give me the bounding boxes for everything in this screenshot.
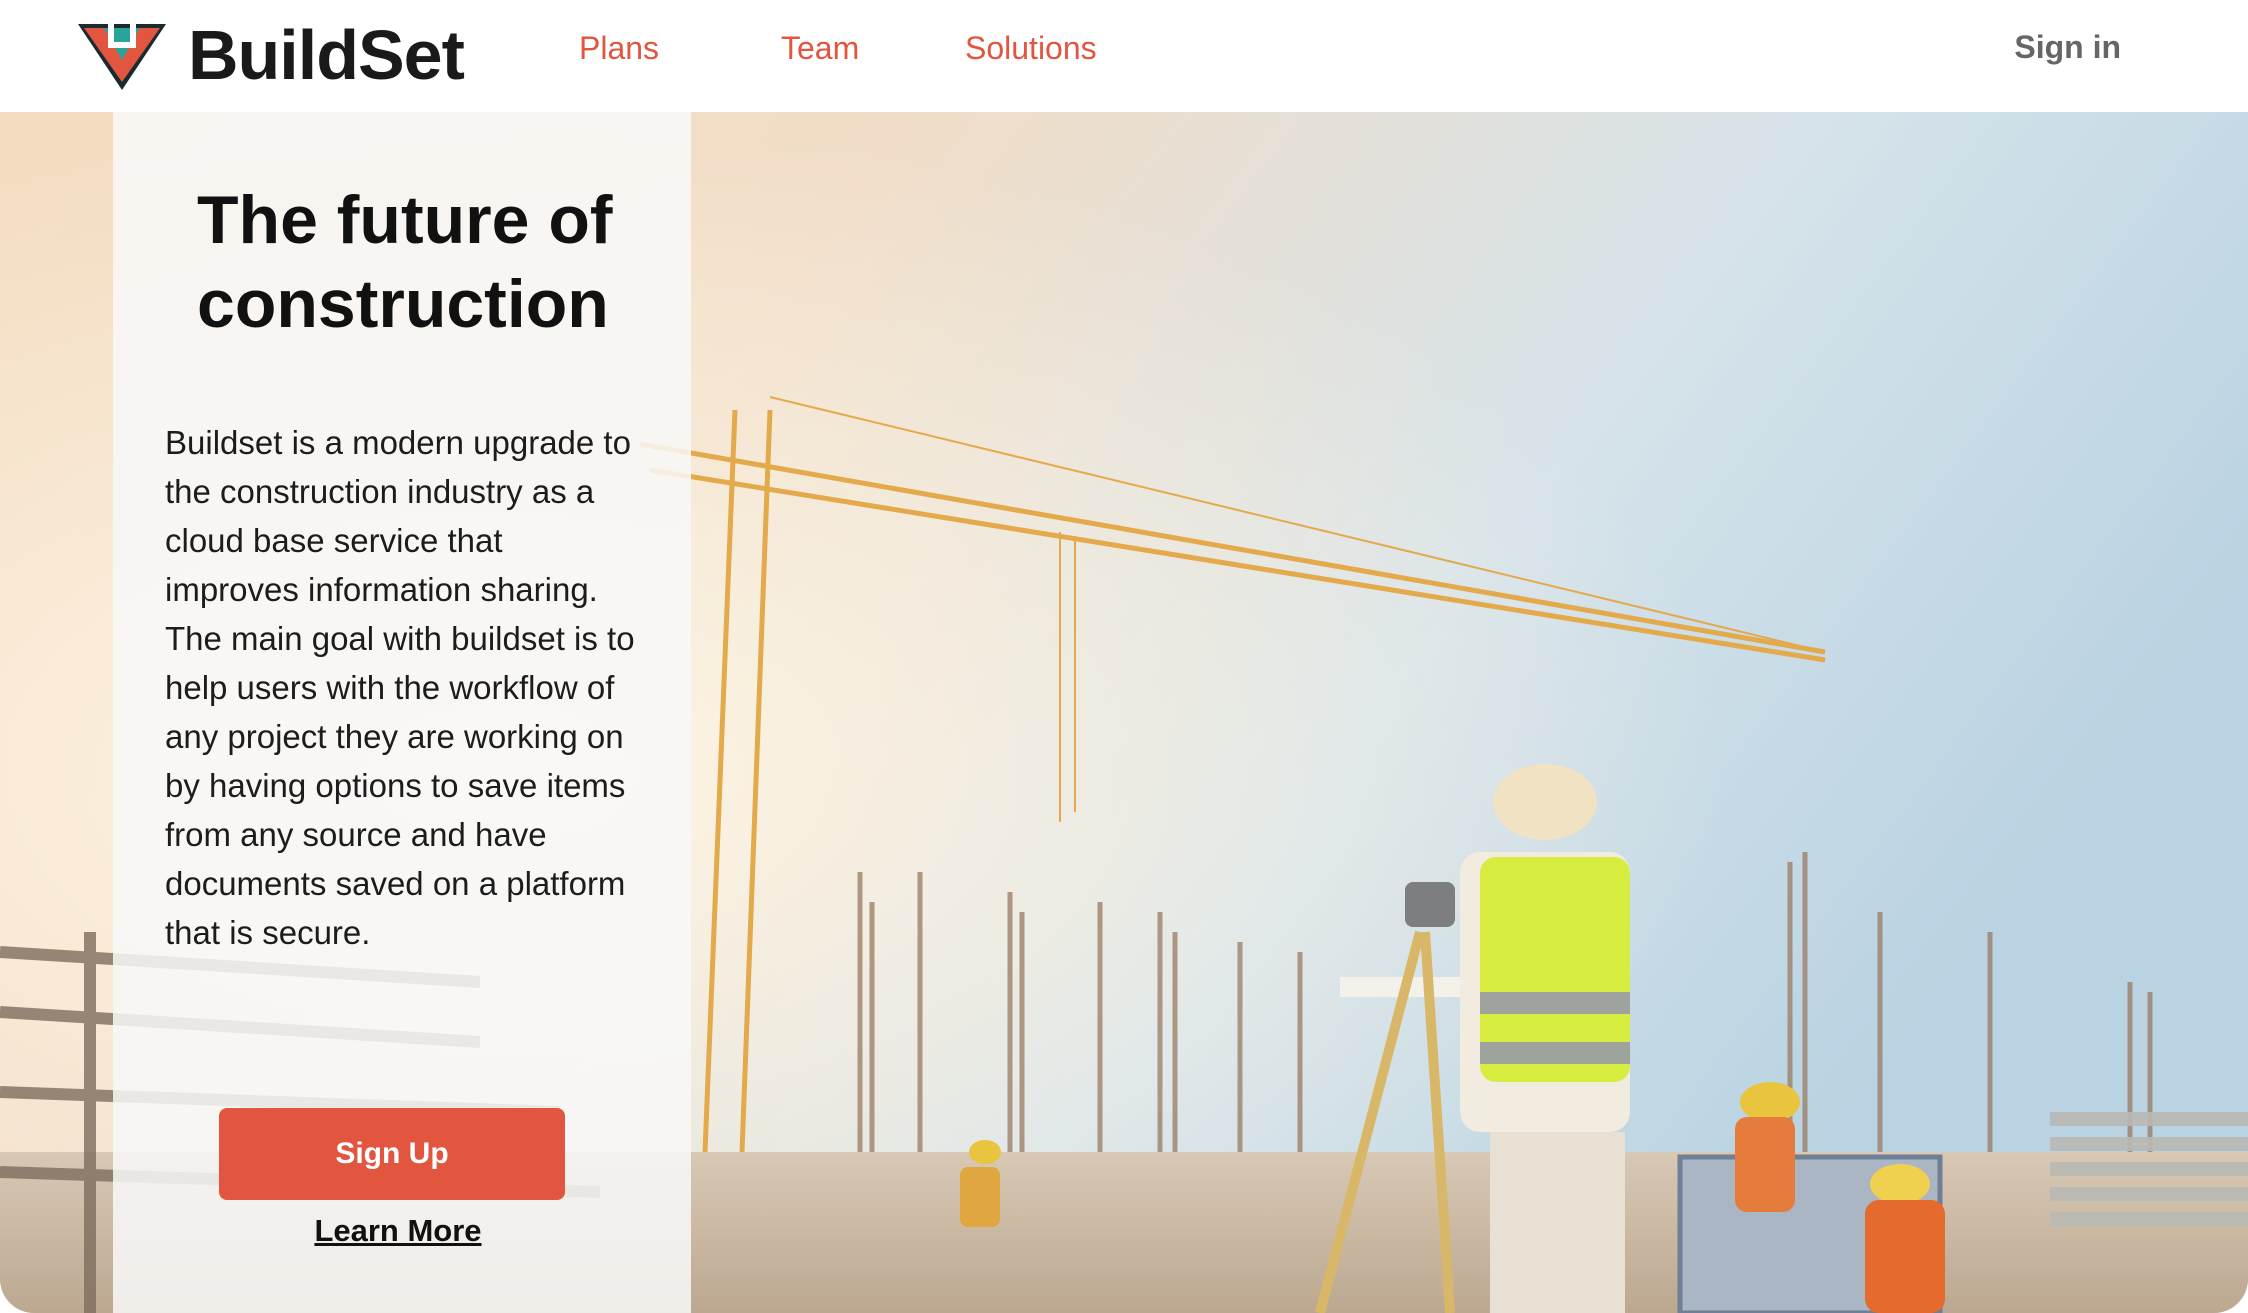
hero-description: Buildset is a modern upgrade to the cons… [165, 424, 635, 951]
hero-info-card: The future of construction Buildset is a… [113, 112, 691, 1313]
nav-solutions-link[interactable]: Solutions [965, 30, 1097, 67]
sign-in-link[interactable]: Sign in [2014, 29, 2121, 66]
landing-page: BuildSet Plans Team Solutions Sign in Th… [0, 0, 2248, 1313]
nav-plans-link[interactable]: Plans [579, 30, 659, 67]
buildset-logo-icon [78, 22, 166, 90]
brand-name: BuildSet [188, 16, 465, 94]
learn-more-link[interactable]: Learn More [113, 1213, 683, 1249]
hero-headline: The future of construction [197, 182, 613, 342]
brand-logo-link[interactable]: BuildSet [76, 10, 465, 100]
nav-team-link[interactable]: Team [781, 30, 859, 67]
sign-up-button[interactable]: Sign Up [219, 1108, 565, 1200]
top-navigation-bar: BuildSet Plans Team Solutions Sign in [0, 0, 2248, 112]
